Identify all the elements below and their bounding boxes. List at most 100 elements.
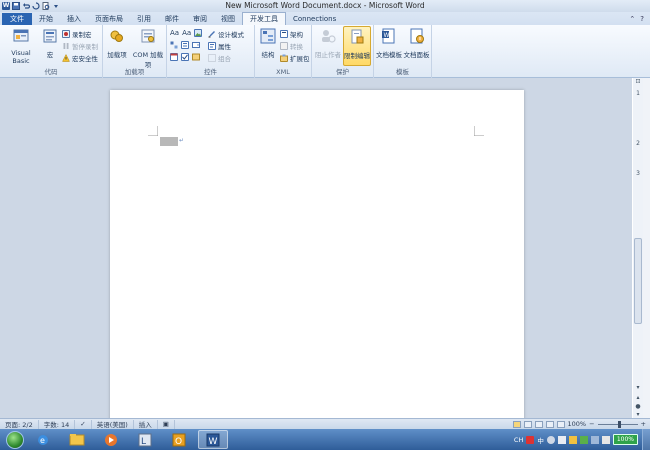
- group-button[interactable]: 组合: [208, 53, 231, 63]
- word-icon: W: [206, 433, 220, 447]
- pause-recording-button[interactable]: 暂停录制: [62, 41, 98, 51]
- schema-button[interactable]: 架构: [280, 29, 303, 39]
- ruler-toggle-icon[interactable]: ⊡: [633, 78, 643, 87]
- taskbar-outlook[interactable]: O: [164, 430, 194, 449]
- com-addins-button[interactable]: COM 加载项: [130, 28, 166, 69]
- group-controls: Aa Aa 设计模式 属性 组合 控件: [167, 25, 255, 78]
- tray-ime-mode[interactable]: 中: [537, 435, 544, 445]
- scrollbar-thumb[interactable]: [634, 238, 642, 324]
- design-mode-button[interactable]: 设计模式: [208, 29, 244, 39]
- plain-text-control-icon[interactable]: Aa: [182, 29, 191, 37]
- block-authors-button[interactable]: 阻止作者: [314, 28, 342, 59]
- transform-button[interactable]: 转换: [280, 41, 303, 51]
- tab-home[interactable]: 开始: [32, 13, 60, 25]
- tab-insert[interactable]: 插入: [60, 13, 88, 25]
- restrict-editing-button[interactable]: 限制编辑: [343, 26, 371, 66]
- legacy-tools-icon[interactable]: [192, 53, 200, 61]
- previous-page-icon[interactable]: ▴: [633, 394, 643, 403]
- start-button[interactable]: [6, 430, 24, 449]
- zoom-out-icon[interactable]: −: [589, 420, 594, 428]
- tab-references[interactable]: 引用: [130, 13, 158, 25]
- status-words[interactable]: 字数: 14: [39, 419, 76, 429]
- document-template-button[interactable]: W 文档模板: [376, 28, 402, 59]
- document-page[interactable]: ↵: [110, 90, 524, 418]
- text-selection[interactable]: [160, 137, 178, 146]
- taskbar-explorer[interactable]: [62, 430, 92, 449]
- show-desktop-button[interactable]: [642, 429, 650, 450]
- scroll-down-icon[interactable]: ▾: [633, 384, 643, 393]
- status-page[interactable]: 页面: 2/2: [0, 419, 39, 429]
- group-protect-label: 保护: [336, 68, 349, 76]
- rich-text-control-icon[interactable]: Aa: [170, 29, 179, 37]
- zoom-slider[interactable]: [597, 420, 638, 428]
- network-icon[interactable]: [557, 435, 566, 444]
- proofing-icon[interactable]: ✓: [75, 419, 92, 429]
- structure-button[interactable]: 结构: [257, 28, 279, 59]
- tray-language[interactable]: CH: [514, 436, 523, 444]
- combo-box-icon[interactable]: [181, 41, 189, 49]
- record-macro-icon: [62, 30, 70, 38]
- print-layout-view-icon[interactable]: [512, 420, 521, 428]
- document-area[interactable]: ↵: [0, 78, 632, 418]
- tab-review[interactable]: 审阅: [186, 13, 214, 25]
- tab-developer[interactable]: 开发工具: [242, 12, 286, 25]
- group-icon: [208, 54, 216, 62]
- building-block-controls-row: [170, 41, 200, 49]
- draft-view-icon[interactable]: [556, 420, 565, 428]
- block-authors-label: 阻止作者: [315, 51, 341, 59]
- picture-control-icon[interactable]: [194, 29, 203, 37]
- macro-security-button[interactable]: 宏安全性: [62, 53, 98, 63]
- document-panel-icon: [410, 28, 424, 44]
- ime-settings-icon[interactable]: [546, 435, 555, 444]
- taskbar-media-player[interactable]: [96, 430, 126, 449]
- status-language[interactable]: 英语(美国): [92, 419, 134, 429]
- transform-icon: [280, 42, 288, 50]
- volume-icon[interactable]: [568, 435, 577, 444]
- taskbar-word[interactable]: W: [198, 430, 228, 449]
- macro-record-status-icon[interactable]: ▣: [158, 419, 175, 429]
- full-screen-reading-view-icon[interactable]: [523, 420, 532, 428]
- tab-mailings[interactable]: 邮件: [158, 13, 186, 25]
- taskbar-ie[interactable]: e: [28, 430, 58, 449]
- checkbox-control-icon[interactable]: [181, 53, 189, 61]
- tab-view[interactable]: 视图: [214, 13, 242, 25]
- tab-page-layout[interactable]: 页面布局: [88, 13, 130, 25]
- visual-basic-button[interactable]: Visual Basic: [2, 28, 40, 65]
- addins-button[interactable]: 加载项: [105, 28, 129, 59]
- document-template-label: 文档模板: [376, 51, 402, 59]
- action-center-icon[interactable]: [579, 435, 588, 444]
- battery-indicator[interactable]: 100%: [612, 434, 638, 445]
- web-layout-view-icon[interactable]: [534, 420, 543, 428]
- properties-button[interactable]: 属性: [208, 41, 231, 51]
- group-templates: W 文档模板 文档面板 模板: [374, 25, 432, 78]
- vertical-scrollbar[interactable]: ⊡ 1 2 3 ▾ ▴ ● ▾: [633, 78, 643, 418]
- date-picker-icon[interactable]: [170, 53, 178, 61]
- tab-file[interactable]: 文件: [2, 13, 32, 25]
- macro-button[interactable]: 宏: [41, 28, 59, 59]
- record-macro-button[interactable]: 录制宏: [62, 29, 92, 39]
- system-tray: CH 中 100%: [514, 434, 642, 445]
- tab-connections[interactable]: Connections: [286, 13, 343, 25]
- structure-icon: [260, 28, 276, 44]
- taskbar-onenote[interactable]: L: [130, 430, 160, 449]
- drop-down-list-icon[interactable]: [192, 41, 200, 49]
- media-player-icon: [105, 433, 117, 446]
- block-authors-icon: [322, 30, 336, 43]
- expansion-pack-button[interactable]: 扩展包: [280, 53, 310, 63]
- ribbon-tabs: 文件 开始 插入 页面布局 引用 邮件 审阅 视图 开发工具 Connectio…: [0, 12, 650, 25]
- minimize-ribbon-icon[interactable]: ⌃: [629, 15, 635, 23]
- zoom-slider-knob[interactable]: [617, 420, 621, 428]
- notification-icon[interactable]: [601, 435, 610, 444]
- group-controls-label: 控件: [204, 68, 217, 76]
- document-panel-button[interactable]: 文档面板: [403, 28, 430, 59]
- help-icon[interactable]: ?: [640, 15, 644, 23]
- building-block-icon[interactable]: [170, 41, 178, 49]
- outline-view-icon[interactable]: [545, 420, 554, 428]
- zoom-level[interactable]: 100%: [568, 420, 587, 428]
- com-addins-icon: [141, 29, 155, 43]
- speaker-icon[interactable]: [590, 435, 599, 444]
- ime-logo-icon[interactable]: [526, 435, 535, 444]
- ruler-mark-1: 1: [636, 90, 640, 97]
- status-mode[interactable]: 插入: [134, 419, 158, 429]
- zoom-in-icon[interactable]: +: [641, 420, 646, 428]
